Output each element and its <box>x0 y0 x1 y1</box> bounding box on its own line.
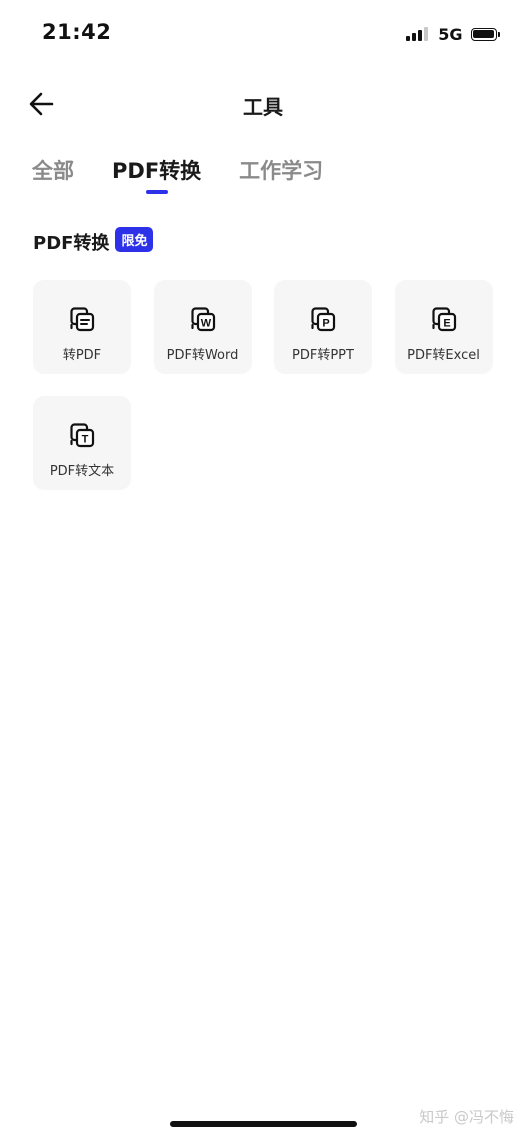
tab-all[interactable]: 全部 <box>32 152 74 198</box>
tool-label: PDF转Excel <box>407 348 480 363</box>
svg-text:E: E <box>443 318 450 330</box>
status-bar: 21:42 5G <box>0 0 526 66</box>
excel-convert-icon: E <box>429 304 459 334</box>
tab-pdf-convert[interactable]: PDF转换 <box>112 152 201 198</box>
watermark: 知乎 @冯不悔 <box>419 1108 514 1126</box>
svg-text:T: T <box>82 434 89 446</box>
tab-label: 全部 <box>32 159 74 183</box>
tab-label: PDF转换 <box>112 159 202 183</box>
home-indicator <box>170 1121 357 1127</box>
section-header: PDF转换 限免 <box>33 226 154 255</box>
status-indicators: 5G <box>406 22 500 46</box>
tool-label: PDF转PPT <box>292 348 354 363</box>
tool-pdf-to-ppt[interactable]: P PDF转PPT <box>274 280 372 374</box>
ppt-convert-icon: P <box>308 304 338 334</box>
text-convert-icon: T <box>67 420 97 450</box>
network-type: 5G <box>438 24 463 44</box>
active-tab-indicator <box>145 190 168 194</box>
header: 工具 <box>0 76 526 132</box>
tool-label: 转PDF <box>62 348 102 363</box>
battery-cap <box>498 31 500 37</box>
tool-pdf-to-word[interactable]: W PDF转Word <box>153 280 252 374</box>
tab-bar: 全部 PDF转换 工作学习 <box>32 152 361 202</box>
document-convert-icon <box>67 304 97 334</box>
svg-text:P: P <box>322 318 329 330</box>
tool-to-pdf[interactable]: 转PDF <box>33 280 131 374</box>
svg-text:W: W <box>200 318 211 330</box>
tab-label: 工作学习 <box>239 159 324 183</box>
tool-pdf-to-text[interactable]: T PDF转文本 <box>33 396 131 490</box>
signal-icon <box>406 27 430 41</box>
word-convert-icon: W <box>188 304 218 334</box>
page-title: 工具 <box>243 95 283 119</box>
status-time: 21:42 <box>42 20 112 44</box>
section-title: PDF转换 <box>33 233 110 254</box>
free-badge: 限免 <box>115 226 154 252</box>
tool-label: PDF转文本 <box>49 464 115 479</box>
tool-label: PDF转Word <box>166 348 239 363</box>
battery-icon <box>470 27 497 41</box>
tool-pdf-to-excel[interactable]: E PDF转Excel <box>394 280 493 374</box>
tab-work-study[interactable]: 工作学习 <box>239 152 323 198</box>
